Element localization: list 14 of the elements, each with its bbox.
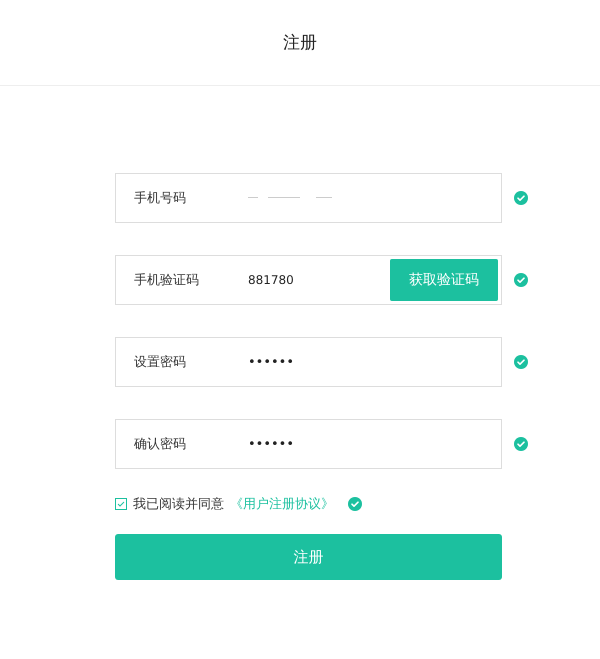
field-label: 手机号码 <box>133 190 187 207</box>
field-value: •••••• <box>248 436 296 452</box>
field-value: •••••• <box>248 354 296 370</box>
agreement-text: 我已阅读并同意 <box>133 496 224 513</box>
input-field[interactable]: 确认密码 •••••• <box>115 419 502 469</box>
checkbox[interactable] <box>115 498 127 510</box>
field-label: 设置密码 <box>133 354 187 371</box>
field-value: 881780 <box>248 273 295 287</box>
input-field[interactable]: 设置密码 •••••• <box>115 337 502 387</box>
page-title: 注册 <box>283 32 317 54</box>
field-label: 手机验证码 <box>133 272 200 289</box>
input-field[interactable]: 手机号码 <box>115 173 502 223</box>
input-field[interactable]: 手机验证码 881780 获取验证码 <box>115 255 502 305</box>
field-label: 确认密码 <box>133 436 187 453</box>
